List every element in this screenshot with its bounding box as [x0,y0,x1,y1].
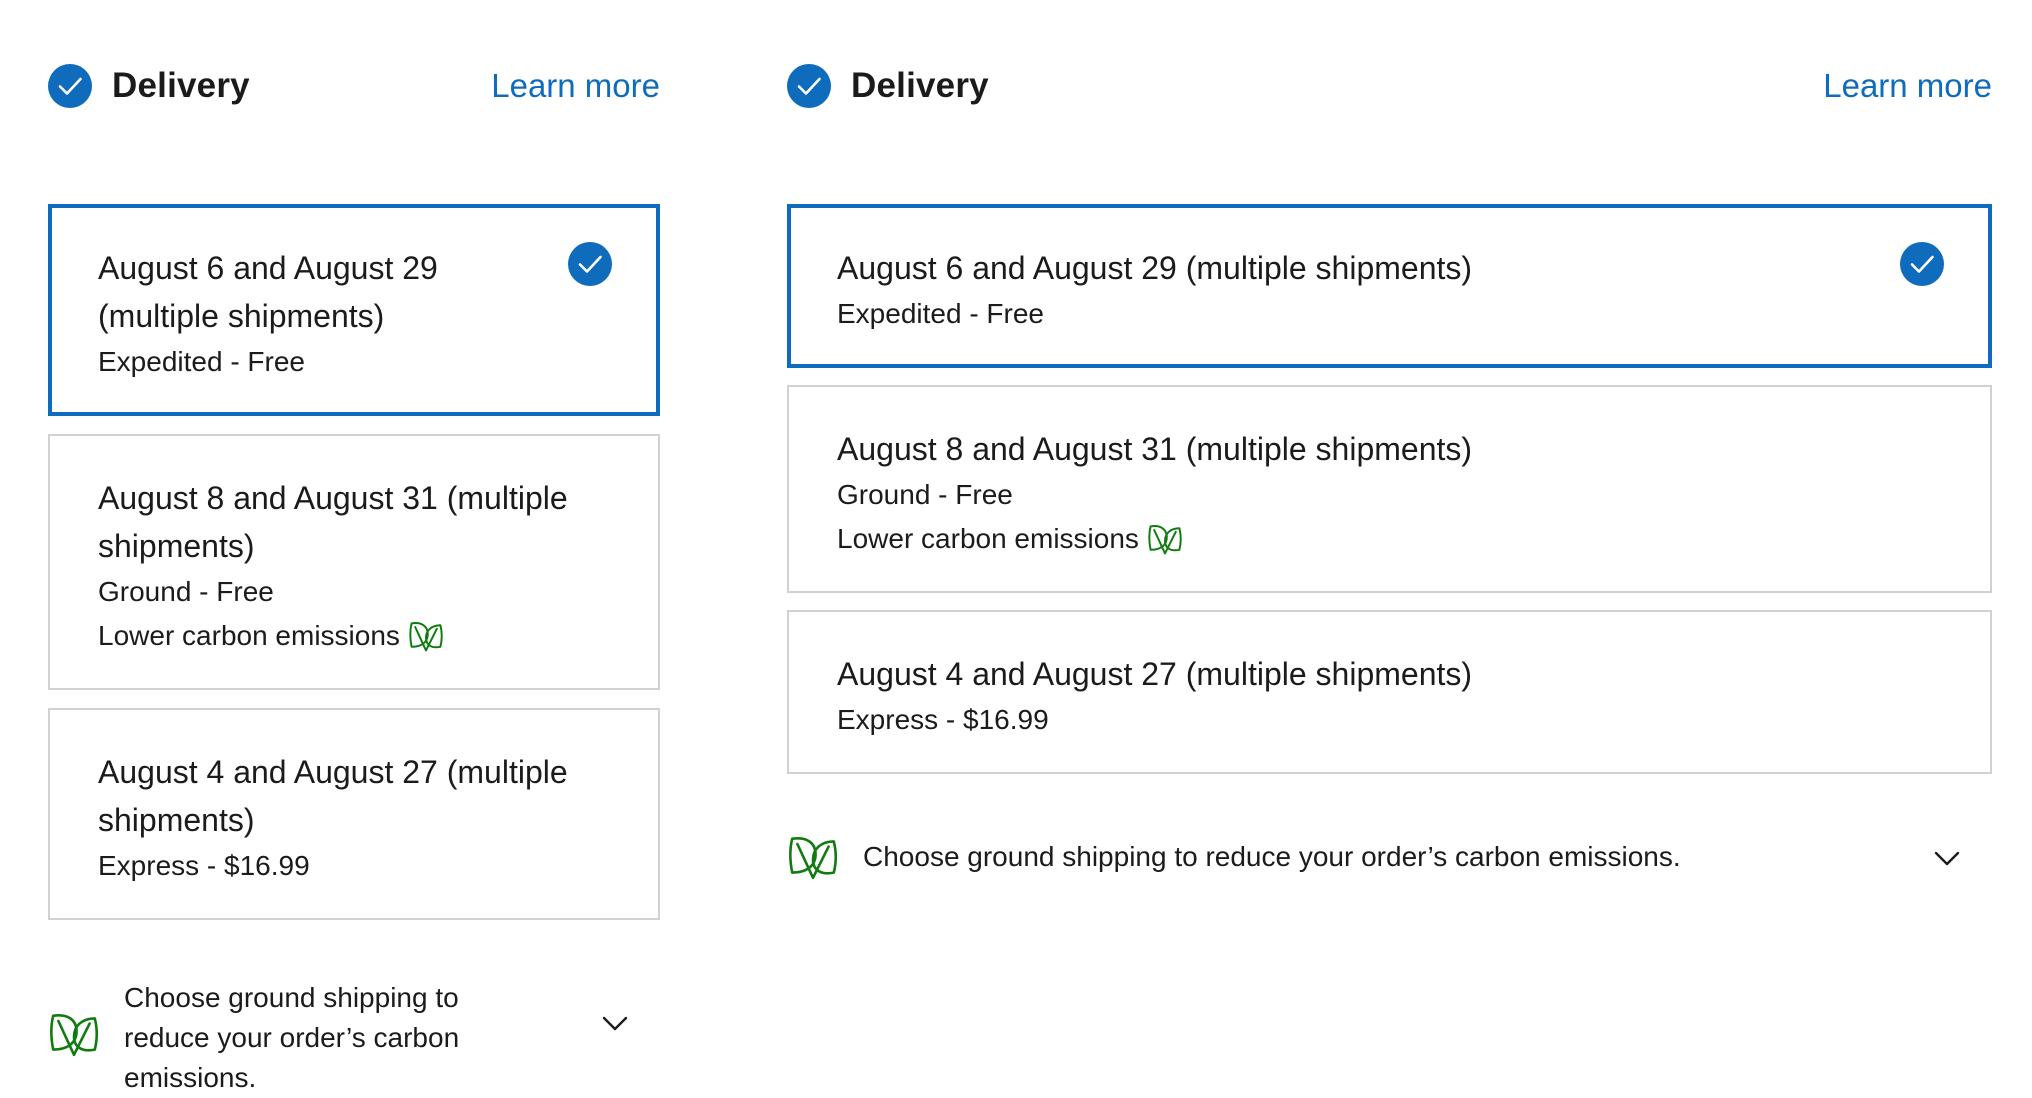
delivery-title: Delivery [851,66,989,105]
delivery-panel-wide: Delivery Learn more August 6 and August … [787,60,1992,883]
delivery-option-ground[interactable]: August 8 and August 31 (multiple shipmen… [787,385,1992,593]
eco-tip-text: Choose ground shipping to reduce your or… [124,978,524,1098]
option-date-line: (multiple shipments) [98,298,385,334]
delivery-options: August 6 and August 29 (multiple shipmen… [787,204,1992,791]
delivery-header: Delivery Learn more [787,60,1992,112]
delivery-panel-narrow: Delivery Learn more August 6 and August … [48,60,660,1098]
leaf-icon [788,837,838,880]
eco-tip-line: emissions. [124,1062,257,1093]
eco-label-row: Lower carbon emissions [98,614,610,658]
leaf-icon [1148,525,1182,555]
option-method: Express - $16.99 [98,850,310,881]
option-date-line: August 8 and August 31 (multiple [98,480,568,516]
eco-tip-expander[interactable]: Choose ground shipping to reduce your or… [48,956,660,1098]
delivery-option-expedited[interactable]: August 6 and August 29 (multiple shipmen… [48,204,660,416]
option-date-line: August 6 and August 29 [98,250,438,286]
delivery-option-expedited[interactable]: August 6 and August 29 (multiple shipmen… [787,204,1992,368]
eco-tip-line: Choose ground shipping to reduce your or… [863,841,1681,872]
eco-label: Lower carbon emissions [98,620,400,651]
checkmark-circle-icon [787,64,831,108]
checkmark-circle-icon [48,64,92,108]
leaf-icon [49,1014,99,1057]
delivery-header: Delivery Learn more [48,60,660,112]
option-date-line: shipments) [98,528,255,564]
delivery-title: Delivery [112,66,250,105]
delivery-option-express[interactable]: August 4 and August 27 (multiple shipmen… [48,708,660,920]
option-method: Expedited - Free [98,346,305,377]
option-date-line: August 4 and August 27 (multiple [98,754,568,790]
delivery-option-express[interactable]: August 4 and August 27 (multiple shipmen… [787,610,1992,774]
option-method: Expedited - Free [837,298,1044,329]
option-date-line: August 6 and August 29 (multiple shipmen… [837,250,1473,286]
option-date-line: August 4 and August 27 (multiple shipmen… [837,656,1473,692]
option-method: Express - $16.99 [837,704,1049,735]
learn-more-link[interactable]: Learn more [1823,67,1992,105]
eco-label: Lower carbon emissions [837,523,1139,554]
checkmark-circle-icon [1900,242,1944,286]
eco-tip-line: Choose ground shipping to [124,982,459,1013]
chevron-down-icon[interactable] [598,1006,632,1040]
checkmark-circle-icon [568,242,612,286]
option-method: Ground - Free [837,479,1013,510]
option-date-line: August 8 and August 31 (multiple shipmen… [837,431,1473,467]
learn-more-link[interactable]: Learn more [491,67,660,105]
delivery-options: August 6 and August 29 (multiple shipmen… [48,204,660,938]
option-method: Ground - Free [98,576,274,607]
eco-tip-expander[interactable]: Choose ground shipping to reduce your or… [787,831,1992,883]
eco-tip-text: Choose ground shipping to reduce your or… [863,837,1681,877]
eco-label-row: Lower carbon emissions [837,517,1942,561]
eco-tip-line: reduce your order’s carbon [124,1022,460,1053]
delivery-option-ground[interactable]: August 8 and August 31 (multiple shipmen… [48,434,660,690]
leaf-icon [409,622,443,652]
chevron-down-icon[interactable] [1930,841,1964,875]
option-date-line: shipments) [98,802,255,838]
